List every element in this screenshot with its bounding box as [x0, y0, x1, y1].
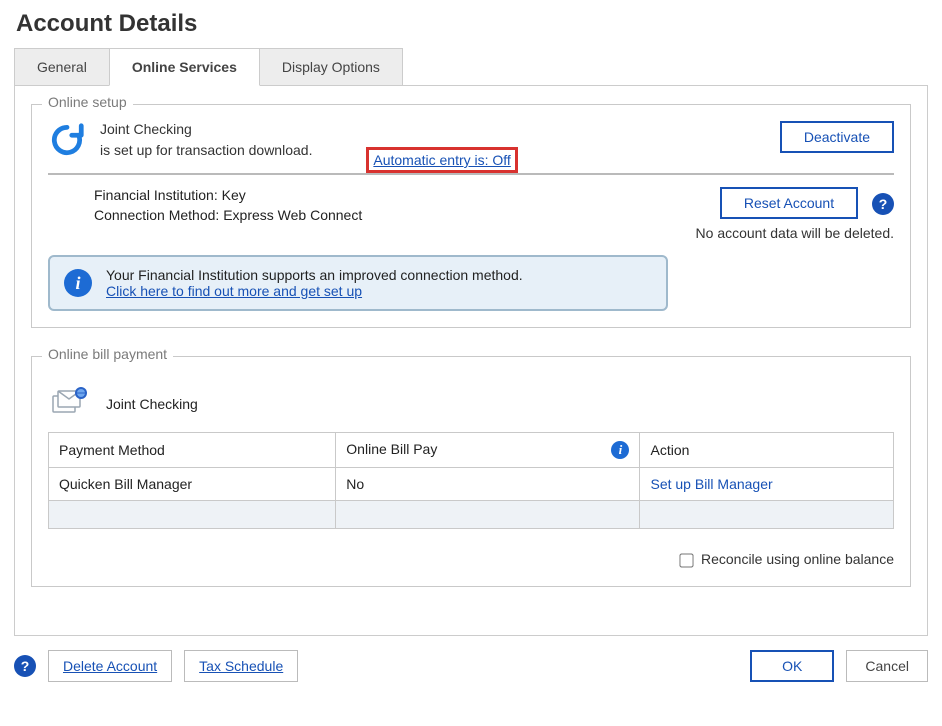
connection-method-label: Connection Method:	[94, 207, 219, 223]
banner-text: Your Financial Institution supports an i…	[106, 267, 523, 283]
online-setup-legend: Online setup	[42, 94, 133, 110]
online-setup-group: Online setup Joint Checking is set up fo…	[31, 104, 911, 328]
connection-upgrade-banner: i Your Financial Institution supports an…	[48, 255, 668, 311]
bill-pay-icon	[52, 387, 88, 420]
reset-account-button[interactable]: Reset Account	[720, 187, 858, 219]
setup-bill-manager-link[interactable]: Set up Bill Manager	[650, 476, 772, 492]
col-action: Action	[640, 433, 894, 468]
refresh-icon	[48, 121, 86, 159]
tab-panel-online-services: Online setup Joint Checking is set up fo…	[14, 85, 928, 636]
info-icon[interactable]: i	[611, 441, 629, 459]
reconcile-checkbox[interactable]	[679, 553, 693, 567]
online-bill-payment-group: Online bill payment Joint Checking	[31, 356, 911, 587]
tab-display-options[interactable]: Display Options	[259, 48, 403, 86]
online-bill-payment-legend: Online bill payment	[42, 346, 173, 362]
dialog-footer: ? Delete Account Tax Schedule OK Cancel	[14, 650, 928, 682]
reconcile-label[interactable]: Reconcile using online balance	[676, 551, 894, 567]
tab-general[interactable]: General	[14, 48, 110, 86]
fi-label: Financial Institution:	[94, 187, 218, 203]
table-row-empty	[49, 501, 894, 529]
table-row: Quicken Bill Manager No Set up Bill Mana…	[49, 468, 894, 501]
page-title: Account Details	[16, 10, 928, 38]
online-setup-account-name: Joint Checking	[100, 121, 766, 137]
bill-payment-account-name: Joint Checking	[106, 396, 198, 412]
info-icon: i	[64, 269, 92, 297]
tabs-container: General Online Services Display Options …	[14, 48, 928, 636]
tax-schedule-button[interactable]: Tax Schedule	[184, 650, 298, 682]
ok-button[interactable]: OK	[750, 650, 834, 682]
help-icon[interactable]: ?	[872, 193, 894, 215]
help-icon[interactable]: ?	[14, 655, 36, 677]
cancel-button[interactable]: Cancel	[846, 650, 928, 682]
cell-obp: No	[336, 468, 640, 501]
connection-method-value: Express Web Connect	[223, 207, 362, 223]
banner-link[interactable]: Click here to find out more and get set …	[106, 283, 362, 299]
bill-payment-table: Payment Method Online Bill Pay i Action …	[48, 432, 894, 529]
reset-note: No account data will be deleted.	[696, 225, 894, 241]
deactivate-button[interactable]: Deactivate	[780, 121, 894, 153]
online-setup-status: is set up for transaction download.	[100, 142, 312, 158]
fi-value: Key	[222, 187, 246, 203]
delete-account-button[interactable]: Delete Account	[48, 650, 172, 682]
cell-method: Quicken Bill Manager	[49, 468, 336, 501]
automatic-entry-highlight: Automatic entry is: Off	[366, 147, 517, 173]
tab-online-services[interactable]: Online Services	[109, 48, 260, 86]
col-online-bill-pay: Online Bill Pay i	[336, 433, 640, 468]
col-payment-method: Payment Method	[49, 433, 336, 468]
automatic-entry-link[interactable]: Automatic entry is: Off	[373, 152, 510, 168]
